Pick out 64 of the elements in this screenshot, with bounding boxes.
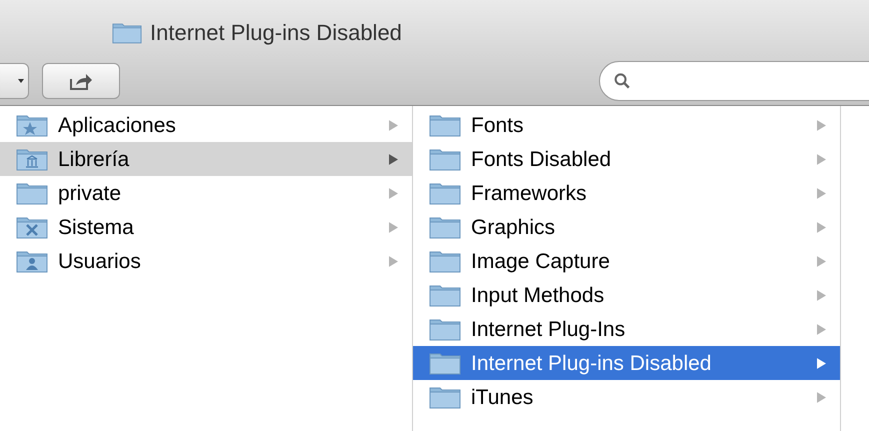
folder-name: Aplicaciones: [58, 114, 176, 136]
folder-icon: [112, 21, 142, 44]
folder-name: Usuarios: [58, 250, 141, 272]
folder-row[interactable]: Frameworks: [413, 176, 840, 210]
folder-name: Input Methods: [471, 284, 604, 306]
folder-row[interactable]: Image Capture: [413, 244, 840, 278]
folder-row[interactable]: Sistema: [0, 210, 412, 244]
search-icon: [614, 72, 630, 90]
disclosure-arrow-icon: [389, 222, 398, 232]
folder-icon: [429, 147, 461, 171]
folder-name: Sistema: [58, 216, 134, 238]
disclosure-arrow-icon: [817, 120, 826, 130]
disclosure-arrow-icon: [817, 154, 826, 164]
folder-icon: [429, 351, 461, 375]
disclosure-arrow-icon: [389, 256, 398, 266]
folder-row[interactable]: Fonts: [413, 108, 840, 142]
folder-icon: [16, 113, 48, 137]
folder-icon: [16, 215, 48, 239]
disclosure-arrow-icon: [389, 154, 398, 164]
disclosure-arrow-icon: [817, 222, 826, 232]
folder-row[interactable]: Internet Plug-Ins: [413, 312, 840, 346]
folder-name: iTunes: [471, 386, 534, 408]
folder-row[interactable]: Graphics: [413, 210, 840, 244]
caret-icon: [18, 79, 24, 83]
folder-row[interactable]: Fonts Disabled: [413, 142, 840, 176]
folder-row[interactable]: private: [0, 176, 412, 210]
folder-name: Fonts Disabled: [471, 148, 612, 170]
folder-icon: [429, 215, 461, 239]
folder-icon: [16, 249, 48, 273]
share-icon: [69, 71, 93, 91]
folder-row[interactable]: Aplicaciones: [0, 108, 412, 142]
folder-row[interactable]: Internet Plug-ins Disabled: [413, 346, 840, 380]
folder-icon: [16, 147, 48, 171]
folder-icon: [429, 283, 461, 307]
disclosure-arrow-icon: [817, 324, 826, 334]
window-title: Internet Plug-ins Disabled: [150, 19, 402, 47]
folder-row[interactable]: Librería: [0, 142, 412, 176]
folder-icon: [429, 317, 461, 341]
disclosure-arrow-icon: [389, 120, 398, 130]
folder-icon: [429, 181, 461, 205]
folder-row[interactable]: iTunes: [413, 380, 840, 414]
disclosure-arrow-icon: [817, 358, 826, 368]
folder-row[interactable]: Usuarios: [0, 244, 412, 278]
share-button[interactable]: [42, 63, 120, 99]
folder-name: Fonts: [471, 114, 524, 136]
folder-name: private: [58, 182, 122, 204]
folder-row[interactable]: Input Methods: [413, 278, 840, 312]
folder-name: Image Capture: [471, 250, 610, 272]
disclosure-arrow-icon: [817, 392, 826, 402]
search-field[interactable]: [599, 61, 869, 101]
folder-name: Internet Plug-Ins: [471, 318, 626, 340]
folder-icon: [429, 249, 461, 273]
disclosure-arrow-icon: [389, 188, 398, 198]
folder-name: Graphics: [471, 216, 556, 238]
folder-name: Frameworks: [471, 182, 587, 204]
folder-icon: [429, 113, 461, 137]
folder-name: Internet Plug-ins Disabled: [471, 352, 712, 374]
folder-icon: [429, 385, 461, 409]
dropdown-button[interactable]: [0, 63, 29, 99]
folder-icon: [16, 181, 48, 205]
disclosure-arrow-icon: [817, 188, 826, 198]
folder-name: Librería: [58, 148, 130, 170]
disclosure-arrow-icon: [817, 290, 826, 300]
disclosure-arrow-icon: [817, 256, 826, 266]
